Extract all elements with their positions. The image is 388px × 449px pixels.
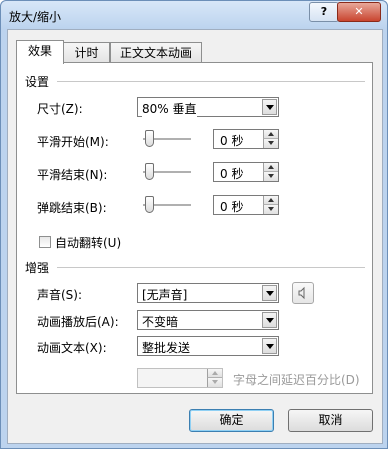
slider-thumb[interactable] xyxy=(145,130,154,147)
bounce-end-label: 弹跳结束(B): xyxy=(37,201,107,215)
smooth-start-slider[interactable] xyxy=(143,129,193,149)
dialog-body: 效果 计时 正文文本动画 设置 尺寸(Z): 80% 垂直 平滑开始(M): 0… xyxy=(7,29,383,444)
sound-combobox[interactable]: [无声音] xyxy=(137,283,279,303)
window-title: 放大/缩小 xyxy=(9,10,62,24)
spin-down-icon[interactable] xyxy=(263,139,278,148)
animate-text-value: 整批发送 xyxy=(142,341,191,355)
smooth-end-spinner[interactable]: 0 秒 xyxy=(213,162,279,182)
speaker-icon xyxy=(298,286,305,300)
animate-text-combobox[interactable]: 整批发送 xyxy=(137,336,279,356)
cancel-button[interactable]: 取消 xyxy=(288,409,373,432)
tab-timing[interactable]: 计时 xyxy=(63,42,110,63)
title-bar[interactable]: 放大/缩小 ? ✕ xyxy=(1,1,387,29)
close-button[interactable]: ✕ xyxy=(337,2,381,22)
spin-up-icon[interactable] xyxy=(263,196,278,205)
spin-down-icon[interactable] xyxy=(263,172,278,181)
animate-text-label: 动画文本(X): xyxy=(37,341,107,355)
after-animation-label: 动画播放后(A): xyxy=(37,315,119,329)
slider-thumb[interactable] xyxy=(145,196,154,213)
dialog-window: 放大/缩小 ? ✕ 效果 计时 正文文本动画 设置 尺寸(Z): 80% 垂直 … xyxy=(0,0,388,449)
smooth-start-value: 0 秒 xyxy=(220,134,244,148)
after-animation-value: 不变暗 xyxy=(142,315,179,329)
after-animation-combobox[interactable]: 不变暗 xyxy=(137,310,279,330)
settings-divider xyxy=(57,81,365,82)
effect-panel: 设置 尺寸(Z): 80% 垂直 平滑开始(M): 0 秒 平滑结束(N): 0… xyxy=(16,62,373,394)
chevron-down-icon[interactable] xyxy=(262,285,277,301)
enhance-divider xyxy=(57,267,365,268)
bounce-end-spinner[interactable]: 0 秒 xyxy=(213,195,279,215)
spin-down-icon[interactable] xyxy=(263,205,278,214)
smooth-end-value: 0 秒 xyxy=(220,167,244,181)
bounce-end-value: 0 秒 xyxy=(220,200,244,214)
sound-value: [无声音] xyxy=(142,288,188,302)
smooth-start-label: 平滑开始(M): xyxy=(37,135,109,149)
smooth-end-label: 平滑结束(N): xyxy=(37,168,108,182)
size-label: 尺寸(Z): xyxy=(37,102,83,116)
spin-up-icon xyxy=(207,369,222,378)
auto-reverse-label[interactable]: 自动翻转(U) xyxy=(55,234,121,251)
letter-delay-spinner xyxy=(137,368,223,388)
tab-effect[interactable]: 效果 xyxy=(16,40,64,64)
auto-reverse-checkbox[interactable] xyxy=(39,236,51,248)
letter-delay-label: 字母之间延迟百分比(D) xyxy=(233,373,360,387)
size-value: 80% 垂直 xyxy=(142,100,197,117)
ok-button[interactable]: 确定 xyxy=(189,409,274,432)
help-button[interactable]: ? xyxy=(309,2,339,22)
chevron-down-icon[interactable] xyxy=(262,338,277,354)
chevron-down-icon[interactable] xyxy=(262,99,277,115)
tab-text-animation[interactable]: 正文文本动画 xyxy=(110,42,202,63)
enhance-group-label: 增强 xyxy=(25,261,50,275)
smooth-end-slider[interactable] xyxy=(143,162,193,182)
sound-volume-button[interactable] xyxy=(292,282,314,304)
spin-up-icon[interactable] xyxy=(263,163,278,172)
settings-group-label: 设置 xyxy=(25,75,50,89)
spin-up-icon[interactable] xyxy=(263,130,278,139)
bounce-end-slider[interactable] xyxy=(143,195,193,215)
smooth-start-spinner[interactable]: 0 秒 xyxy=(213,129,279,149)
chevron-down-icon[interactable] xyxy=(262,312,277,328)
slider-thumb[interactable] xyxy=(145,163,154,180)
size-combobox[interactable]: 80% 垂直 xyxy=(137,97,279,117)
sound-label: 声音(S): xyxy=(37,288,83,302)
spin-down-icon xyxy=(207,378,222,387)
